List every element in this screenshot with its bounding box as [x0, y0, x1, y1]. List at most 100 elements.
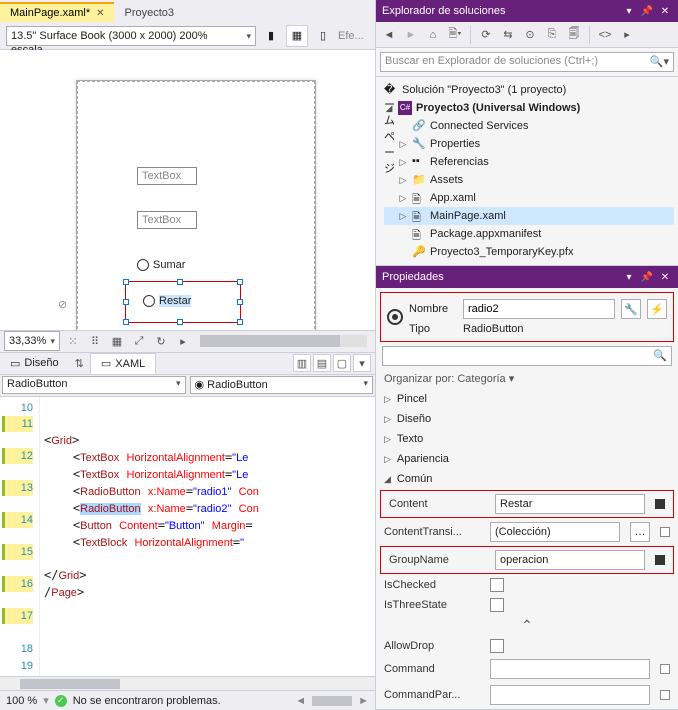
tree-pfx[interactable]: 🔑Proyecto3_TemporaryKey.pfx	[384, 243, 674, 261]
device-combo[interactable]: 13.5" Surface Book (3000 x 2000) 200% es…	[6, 26, 256, 46]
expand-icon[interactable]: ▷	[398, 175, 408, 186]
allowdrop-checkbox[interactable]	[490, 639, 504, 653]
wrench-button[interactable]: 🔧	[621, 299, 641, 319]
fit-icon[interactable]: ⤢	[130, 332, 148, 350]
solution-explorer-header[interactable]: Explorador de soluciones ▾ 📌 ✕	[376, 0, 678, 22]
scroll-left-icon[interactable]: ◄	[295, 695, 306, 707]
code-editor[interactable]: 10 11 12 13 14 15 16 17 18 19 20 <Grid> …	[0, 397, 375, 677]
tree-solution-root[interactable]: �ームページ Solución "Proyecto3" (1 proyecto)	[384, 81, 674, 99]
grid2-icon[interactable]: ⠿	[86, 332, 104, 350]
grid-icon[interactable]: ⁙	[64, 332, 82, 350]
refresh-icon[interactable]: ⟳	[477, 26, 495, 44]
swap-panes-icon[interactable]: ⇅	[69, 357, 90, 370]
tree-manifest[interactable]: 🗎Package.appxmanifest	[384, 225, 674, 243]
close-icon[interactable]: ✕	[658, 270, 672, 284]
collapse-icon[interactable]: ⇆	[499, 26, 517, 44]
refresh-icon[interactable]: ↻	[152, 332, 170, 350]
content-input[interactable]: Restar	[495, 494, 645, 514]
copy-icon[interactable]: ⎘	[543, 26, 561, 44]
commandpar-input[interactable]	[490, 685, 650, 705]
value-marker-icon[interactable]	[660, 664, 670, 674]
breadcrumb-member[interactable]: ◉ RadioButton	[190, 376, 374, 394]
tree-properties[interactable]: ▷🔧Properties	[384, 135, 674, 153]
cat-comun[interactable]: ◢Común	[376, 469, 678, 489]
expand-icon[interactable]: ◢	[384, 103, 394, 114]
value-marker-icon[interactable]	[655, 555, 665, 565]
status-scrollbar[interactable]	[312, 696, 352, 706]
tab-xaml[interactable]: ▭ XAML	[90, 353, 156, 374]
collection-editor-button[interactable]: …	[630, 522, 650, 542]
expand-icon[interactable]: ▷	[398, 211, 408, 222]
back-icon[interactable]: ◄	[380, 26, 398, 44]
properties-search-input[interactable]: 🔍	[382, 346, 672, 366]
close-icon[interactable]: ✕	[96, 8, 104, 19]
ischecked-checkbox[interactable]	[490, 578, 504, 592]
close-icon[interactable]: ✕	[658, 4, 672, 18]
forward-icon[interactable]: ►	[402, 26, 420, 44]
radio-restar-selected[interactable]: Restar	[143, 295, 191, 307]
tab-mainpage[interactable]: MainPage.xaml* ✕	[0, 2, 114, 22]
tree-connected-services[interactable]: 🔗Connected Services	[384, 117, 674, 135]
organize-by[interactable]: Organizar por: Categoría ▾	[376, 368, 678, 389]
tree-project[interactable]: ◢ C# Proyecto3 (Universal Windows)	[384, 99, 674, 117]
command-input[interactable]	[490, 659, 650, 679]
snap2-icon[interactable]: ▯	[312, 25, 334, 47]
sync-icon[interactable]: 🗎▾	[446, 26, 464, 44]
code-text[interactable]: <Grid> <TextBox HorizontalAlignment="Le …	[40, 397, 375, 677]
tab-proyecto3[interactable]: Proyecto3	[114, 4, 184, 22]
properties-icon[interactable]: 🗐	[565, 26, 583, 44]
orientation-portrait-icon[interactable]: ▮	[260, 25, 282, 47]
scroll-right-icon[interactable]: ►	[358, 695, 369, 707]
designer-surface[interactable]: 294 109 ⊘ TextBox TextBox Sumar Restar	[0, 50, 375, 331]
snap-icon[interactable]: ▦	[286, 25, 308, 47]
expand-pane-icon[interactable]: ▢	[333, 354, 351, 372]
expand-icon[interactable]: ▷	[398, 157, 408, 168]
home-icon[interactable]: ⌂	[424, 26, 442, 44]
cat-diseno[interactable]: ▷Diseño	[376, 409, 678, 429]
status-message: No se encontraron problemas.	[73, 695, 221, 707]
breadcrumb-scope[interactable]: RadioButton	[2, 376, 186, 394]
overflow-icon[interactable]: ▸	[174, 332, 192, 350]
pin-icon[interactable]: 📌	[640, 4, 654, 18]
tree-appxaml[interactable]: ▷🗎App.xaml	[384, 189, 674, 207]
show-all-icon[interactable]: ⊙	[521, 26, 539, 44]
value-marker-icon[interactable]	[660, 690, 670, 700]
events-button[interactable]: ⚡	[647, 299, 667, 319]
contenttransitions-value[interactable]: (Colección)	[490, 522, 620, 542]
name-input[interactable]	[463, 299, 615, 319]
pin-icon[interactable]: 📌	[640, 270, 654, 284]
value-marker-icon[interactable]	[660, 527, 670, 537]
preview-icon[interactable]: <>	[596, 26, 614, 44]
groupname-input[interactable]: operacion	[495, 550, 645, 570]
value-marker-icon[interactable]	[655, 499, 665, 509]
collapse-pane-icon[interactable]: ▾	[353, 354, 371, 372]
cat-pincel[interactable]: ▷Pincel	[376, 389, 678, 409]
zoom-combo[interactable]: 33,33%	[4, 331, 60, 351]
expand-icon[interactable]: ▷	[398, 139, 408, 150]
tree-references[interactable]: ▷▪▪Referencias	[384, 153, 674, 171]
tree-assets[interactable]: ▷📁Assets	[384, 171, 674, 189]
isthreestate-checkbox[interactable]	[490, 598, 504, 612]
editor-h-scrollbar[interactable]	[0, 676, 375, 690]
h-scrollbar[interactable]	[200, 335, 367, 347]
view-icon[interactable]: ▸	[618, 26, 636, 44]
solution-search-input[interactable]: Buscar en Explorador de soluciones (Ctrl…	[380, 52, 674, 72]
radio-sumar[interactable]: Sumar	[137, 259, 185, 271]
properties-header[interactable]: Propiedades ▾ 📌 ✕	[376, 266, 678, 288]
tab-design[interactable]: ▭ Diseño	[0, 354, 69, 373]
panel-menu-icon[interactable]: ▾	[622, 4, 636, 18]
cat-texto[interactable]: ▷Texto	[376, 429, 678, 449]
textbox-control-2[interactable]: TextBox	[137, 211, 197, 229]
tree-mainpage[interactable]: ▷🗎MainPage.xaml	[384, 207, 674, 225]
solution-tree[interactable]: �ームページ Solución "Proyecto3" (1 proyecto)…	[376, 77, 678, 265]
expand-icon[interactable]: ▷	[398, 193, 408, 204]
cat-apariencia[interactable]: ▷Apariencia	[376, 449, 678, 469]
panel-menu-icon[interactable]: ▾	[622, 270, 636, 284]
split-v-icon[interactable]: ▤	[313, 354, 331, 372]
textbox-control-1[interactable]: TextBox	[137, 167, 197, 185]
snap-grid-icon[interactable]: ▦	[108, 332, 126, 350]
split-h-icon[interactable]: ▥	[293, 354, 311, 372]
effects-label: Efe...	[338, 30, 364, 42]
show-more-icon[interactable]: ⌃	[376, 615, 678, 636]
design-canvas[interactable]: TextBox TextBox Sumar Restar Button Text…	[76, 80, 316, 331]
